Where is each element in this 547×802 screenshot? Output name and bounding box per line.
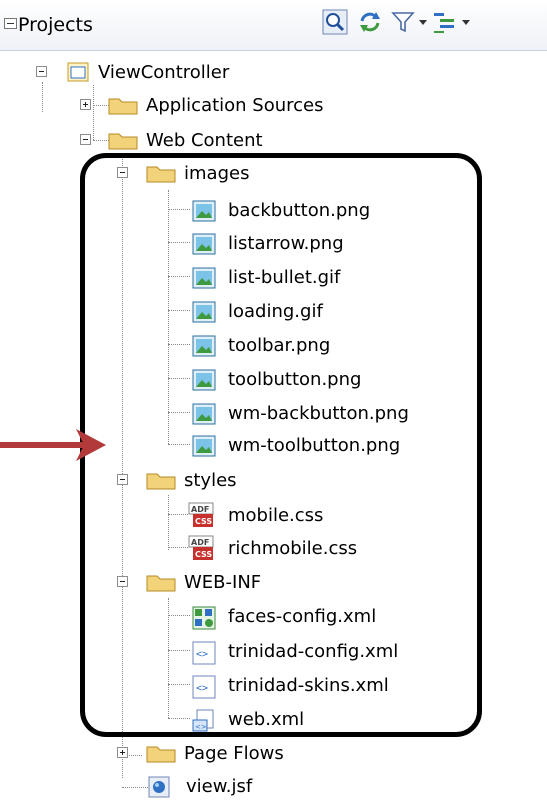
node-label: Page Flows	[184, 743, 284, 764]
node-label: backbutton.png	[228, 200, 371, 221]
tree-node-view-jsf[interactable]: view.jsf	[148, 771, 448, 801]
node-label: loading.gif	[228, 301, 323, 322]
node-label: wm-toolbutton.png	[228, 435, 401, 456]
faces-config-icon	[192, 606, 216, 634]
node-label: web.xml	[228, 709, 305, 730]
node-label: view.jsf	[186, 776, 253, 797]
tree-node-file[interactable]: <> trinidad-config.xml	[168, 636, 468, 666]
collapse-toggle[interactable]	[80, 134, 91, 145]
node-label: trinidad-config.xml	[228, 641, 399, 662]
tree-node-file[interactable]: backbutton.png	[168, 195, 468, 225]
folder-icon	[108, 130, 138, 154]
node-label: faces-config.xml	[228, 606, 377, 627]
svg-text:ADF: ADF	[191, 538, 209, 547]
folder-icon	[146, 572, 176, 596]
svg-text:<>: <>	[195, 723, 207, 731]
node-label: images	[184, 163, 250, 184]
tree-node-file[interactable]: toolbutton.png	[168, 364, 468, 394]
expand-toggle[interactable]	[80, 99, 91, 110]
collapse-toggle[interactable]	[117, 576, 128, 587]
node-label: wm-backbutton.png	[228, 403, 409, 424]
tree-node-file[interactable]: wm-backbutton.png	[168, 398, 468, 428]
node-label: WEB-INF	[184, 572, 262, 593]
node-label: trinidad-skins.xml	[228, 675, 389, 696]
image-file-icon	[192, 233, 216, 259]
node-label: toolbar.png	[228, 335, 331, 356]
css-file-icon: ADF CSS	[188, 535, 214, 565]
svg-text:<>: <>	[196, 649, 208, 660]
web-xml-icon: <>	[192, 709, 216, 737]
css-file-icon: ADF CSS	[188, 502, 214, 532]
filter-icon[interactable]	[390, 9, 416, 37]
tree-node-viewcontroller[interactable]: ViewController	[36, 57, 436, 87]
folder-icon	[146, 163, 176, 187]
sync-icon[interactable]	[357, 9, 383, 37]
tree-line	[122, 787, 148, 788]
image-file-icon	[192, 267, 216, 293]
node-label: list-bullet.gif	[228, 267, 341, 288]
xml-file-icon: <>	[192, 641, 216, 669]
tree-node-styles-folder[interactable]: styles	[117, 465, 417, 495]
node-label: ViewController	[98, 62, 230, 83]
tree-node-file[interactable]: toolbar.png	[168, 330, 468, 360]
image-file-icon	[192, 403, 216, 429]
node-label: Application Sources	[146, 95, 324, 116]
folder-icon	[108, 95, 138, 119]
tree-node-web-content[interactable]: Web Content	[80, 125, 480, 155]
tree-node-file[interactable]: <> web.xml	[168, 704, 468, 734]
expand-toggle[interactable]	[117, 747, 128, 758]
tree-node-images-folder[interactable]: images	[117, 158, 417, 188]
tree-node-file[interactable]: <> trinidad-skins.xml	[168, 670, 468, 700]
folder-icon	[146, 470, 176, 494]
tree-node-application-sources[interactable]: Application Sources	[80, 90, 480, 120]
node-label: styles	[184, 470, 237, 491]
image-file-icon	[192, 369, 216, 395]
image-file-icon	[192, 200, 216, 226]
svg-text:<>: <>	[196, 683, 208, 694]
collapse-toggle[interactable]	[117, 167, 128, 178]
tree-node-file[interactable]: wm-toolbutton.png	[168, 430, 468, 460]
tree-node-file[interactable]: list-bullet.gif	[168, 262, 468, 292]
image-file-icon	[192, 435, 216, 461]
collapse-panel-button[interactable]	[4, 18, 17, 29]
collapse-toggle[interactable]	[36, 66, 47, 77]
tree-node-file[interactable]: faces-config.xml	[168, 601, 468, 631]
node-label: Web Content	[146, 130, 263, 151]
tree-node-file[interactable]: listarrow.png	[168, 228, 468, 258]
image-file-icon	[192, 301, 216, 327]
svg-text:CSS: CSS	[195, 550, 212, 559]
projects-panel-header: Projects	[0, 0, 547, 51]
node-label: toolbutton.png	[228, 369, 362, 390]
tree-options-icon[interactable]	[432, 9, 458, 37]
node-label: richmobile.css	[228, 538, 358, 559]
project-icon	[67, 62, 89, 86]
svg-text:CSS: CSS	[195, 517, 212, 526]
tree-node-file[interactable]: ADF CSS richmobile.css	[168, 533, 468, 563]
panel-title: Projects	[18, 14, 93, 36]
jsf-file-icon	[148, 776, 170, 802]
node-label: listarrow.png	[228, 233, 344, 254]
tree-node-file[interactable]: ADF CSS mobile.css	[168, 500, 468, 530]
tree-options-dropdown-icon[interactable]	[462, 20, 470, 25]
filter-dropdown-icon[interactable]	[419, 20, 427, 25]
folder-icon	[146, 743, 176, 767]
annotation-arrow	[0, 425, 110, 469]
tree-node-webinf-folder[interactable]: WEB-INF	[117, 567, 417, 597]
search-icon[interactable]	[322, 9, 348, 37]
node-label: mobile.css	[228, 505, 324, 526]
collapse-toggle[interactable]	[117, 474, 128, 485]
tree-node-page-flows[interactable]: Page Flows	[117, 738, 417, 768]
image-file-icon	[192, 335, 216, 361]
tree-node-file[interactable]: loading.gif	[168, 296, 468, 326]
svg-text:ADF: ADF	[191, 505, 209, 514]
xml-file-icon: <>	[192, 675, 216, 703]
